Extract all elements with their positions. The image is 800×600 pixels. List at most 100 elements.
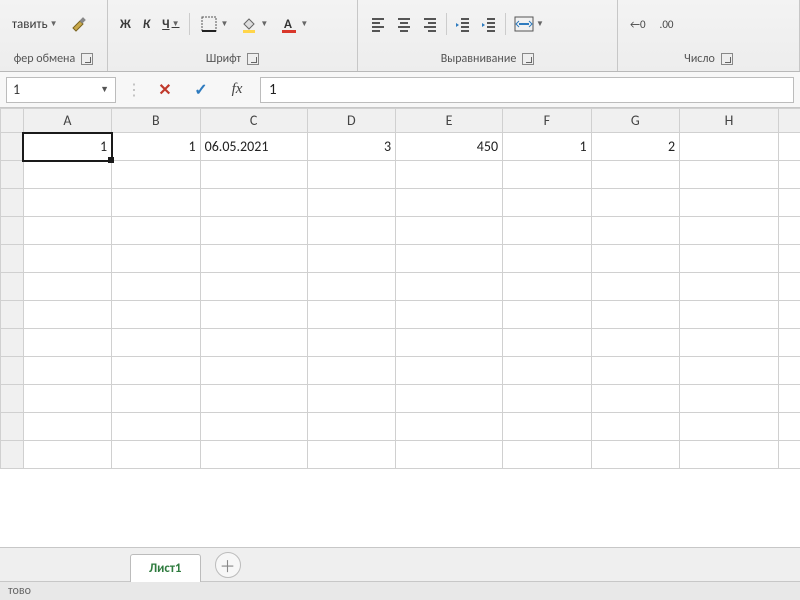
cell[interactable] [307,245,395,273]
cell[interactable] [200,441,307,469]
chevron-down-icon[interactable]: ▼ [100,84,109,95]
cell[interactable] [503,357,591,385]
cell[interactable] [200,329,307,357]
cell[interactable] [591,217,679,245]
cell[interactable] [778,413,800,441]
dialog-launcher-icon[interactable] [721,53,733,65]
cell[interactable] [778,329,800,357]
cell[interactable] [23,273,111,301]
cell[interactable] [112,413,200,441]
underline-button[interactable]: Ч▼ [160,15,181,34]
add-sheet-button[interactable]: ＋ [215,552,241,578]
cell[interactable] [680,301,779,329]
confirm-button[interactable]: ✓ [188,77,214,103]
cell[interactable] [778,273,800,301]
cell[interactable] [591,301,679,329]
col-header-E[interactable]: E [396,109,503,133]
cell[interactable] [680,441,779,469]
row-header[interactable] [1,301,24,329]
row-header-1[interactable] [1,133,24,161]
align-center-button[interactable] [394,14,414,34]
col-header-next[interactable] [778,109,800,133]
cell[interactable] [112,273,200,301]
dialog-launcher-icon[interactable] [522,53,534,65]
cell-F1[interactable]: 1 [503,133,591,161]
cell[interactable] [778,441,800,469]
col-header-H[interactable]: H [680,109,779,133]
cell[interactable] [591,245,679,273]
cell[interactable] [396,329,503,357]
format-painter-button[interactable] [68,12,92,36]
cell[interactable] [23,357,111,385]
cell[interactable] [112,329,200,357]
row-header[interactable] [1,357,24,385]
cell[interactable] [200,357,307,385]
font-color-button[interactable]: А ▼ [278,13,310,35]
cell[interactable] [591,385,679,413]
row-header[interactable] [1,217,24,245]
cell[interactable] [778,189,800,217]
cell[interactable] [680,329,779,357]
cell[interactable] [200,189,307,217]
cell[interactable] [503,245,591,273]
cell[interactable] [23,385,111,413]
row-header[interactable] [1,413,24,441]
col-header-A[interactable]: A [23,109,111,133]
cell[interactable] [112,441,200,469]
increase-indent-button[interactable] [479,14,499,34]
row-header[interactable] [1,245,24,273]
cell[interactable] [112,217,200,245]
formula-input[interactable]: 1 [260,77,794,103]
cell-I1[interactable] [778,133,800,161]
sheet-tab-1[interactable]: Лист1 [130,554,201,582]
row-header[interactable] [1,189,24,217]
cell[interactable] [200,217,307,245]
cell[interactable] [591,413,679,441]
bold-button[interactable]: Ж [118,15,133,34]
cell[interactable] [503,301,591,329]
cell[interactable] [503,161,591,189]
select-all-corner[interactable] [1,109,24,133]
cancel-button[interactable]: ✕ [152,77,178,103]
cell[interactable] [23,301,111,329]
cell[interactable] [396,385,503,413]
cell[interactable] [307,413,395,441]
cell[interactable] [112,357,200,385]
cell[interactable] [778,161,800,189]
paste-button[interactable]: тавить ▼ [10,15,60,34]
cell[interactable] [680,385,779,413]
row-header[interactable] [1,273,24,301]
cell[interactable] [591,441,679,469]
cell[interactable] [503,385,591,413]
cell[interactable] [112,189,200,217]
cell-E1[interactable]: 450 [396,133,503,161]
cell[interactable] [778,357,800,385]
row-header[interactable] [1,329,24,357]
row-header[interactable] [1,441,24,469]
cell[interactable] [200,301,307,329]
row-header[interactable] [1,161,24,189]
align-left-button[interactable] [368,14,388,34]
name-box[interactable]: 1 ▼ [6,77,116,103]
cell-D1[interactable]: 3 [307,133,395,161]
cell[interactable] [396,301,503,329]
cell[interactable] [591,329,679,357]
cell[interactable] [23,245,111,273]
cell[interactable] [778,301,800,329]
cell[interactable] [503,413,591,441]
cell[interactable] [680,357,779,385]
cell[interactable] [200,385,307,413]
cell[interactable] [503,329,591,357]
merge-cells-button[interactable]: ▼ [512,14,546,34]
cell[interactable] [396,245,503,273]
cell[interactable] [396,217,503,245]
dialog-launcher-icon[interactable] [247,53,259,65]
cell[interactable] [112,161,200,189]
cell-A1[interactable]: 1 [23,133,111,161]
col-header-C[interactable]: C [200,109,307,133]
cell[interactable] [23,413,111,441]
cell-C1[interactable]: 06.05.2021 [200,133,307,161]
cell[interactable] [307,189,395,217]
cell[interactable] [591,357,679,385]
cell[interactable] [23,189,111,217]
